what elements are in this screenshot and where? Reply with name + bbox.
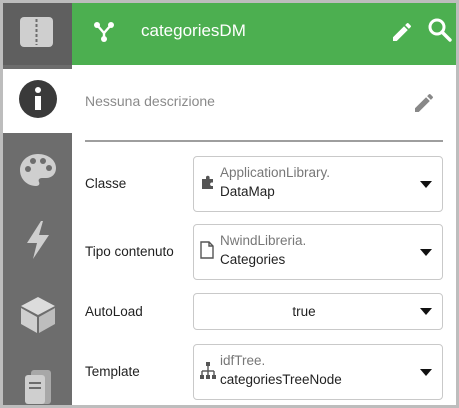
cube-icon: [20, 296, 56, 339]
puzzle-piece-icon: [200, 175, 216, 196]
dropdown-caret-icon: [420, 249, 432, 256]
autoload-value: true: [292, 304, 316, 319]
dropdown-caret-icon: [420, 369, 432, 376]
rail-tab-info[interactable]: [3, 69, 72, 133]
book-icon[interactable]: [20, 17, 53, 52]
rail-tab-docs[interactable]: [3, 355, 72, 405]
info-icon: [18, 79, 57, 123]
classe-value: DataMap: [220, 184, 275, 199]
side-rail: [3, 3, 72, 405]
tipo-contenuto-namespace: NwindLibreria.: [220, 233, 307, 248]
classe-label: Classe: [85, 176, 127, 191]
app-window: categoriesDM Nessuna descrizione Classe: [3, 3, 456, 405]
pencil-icon[interactable]: [412, 91, 436, 120]
rail-tab-style[interactable]: [3, 140, 72, 204]
divider: [85, 140, 443, 142]
dropdown-caret-icon: [420, 181, 432, 188]
classe-namespace: ApplicationLibrary.: [220, 165, 331, 180]
template-select[interactable]: idfTree. categoriesTreeNode: [193, 344, 443, 400]
autoload-label: AutoLoad: [85, 304, 143, 319]
template-value: categoriesTreeNode: [220, 372, 342, 387]
dropdown-caret-icon: [420, 308, 432, 315]
page-title: categoriesDM: [141, 21, 246, 40]
header-bar: categoriesDM: [72, 3, 456, 65]
tree-hierarchy-icon: [200, 362, 216, 385]
template-label: Template: [85, 364, 140, 379]
lightning-icon: [25, 220, 51, 264]
tipo-contenuto-value: Categories: [220, 252, 286, 267]
rail-header: [3, 3, 72, 65]
autoload-select[interactable]: true: [193, 293, 443, 330]
properties-panel: Nessuna descrizione Classe ApplicationLi…: [72, 65, 456, 405]
palette-icon: [19, 152, 57, 193]
rail-tab-events[interactable]: [3, 210, 72, 274]
pencil-icon[interactable]: [390, 20, 414, 49]
tipo-contenuto-select[interactable]: NwindLibreria. Categories: [193, 224, 443, 280]
template-namespace: idfTree.: [220, 353, 266, 368]
description-text[interactable]: Nessuna descrizione: [85, 93, 215, 109]
classe-select[interactable]: ApplicationLibrary. DataMap: [193, 156, 443, 212]
graph-node-icon: [93, 21, 115, 48]
file-icon: [200, 241, 214, 264]
rail-tab-objects[interactable]: [3, 285, 72, 349]
tipo-contenuto-label: Tipo contenuto: [85, 244, 174, 259]
search-icon[interactable]: [427, 17, 453, 48]
document-stack-icon: [23, 366, 53, 406]
